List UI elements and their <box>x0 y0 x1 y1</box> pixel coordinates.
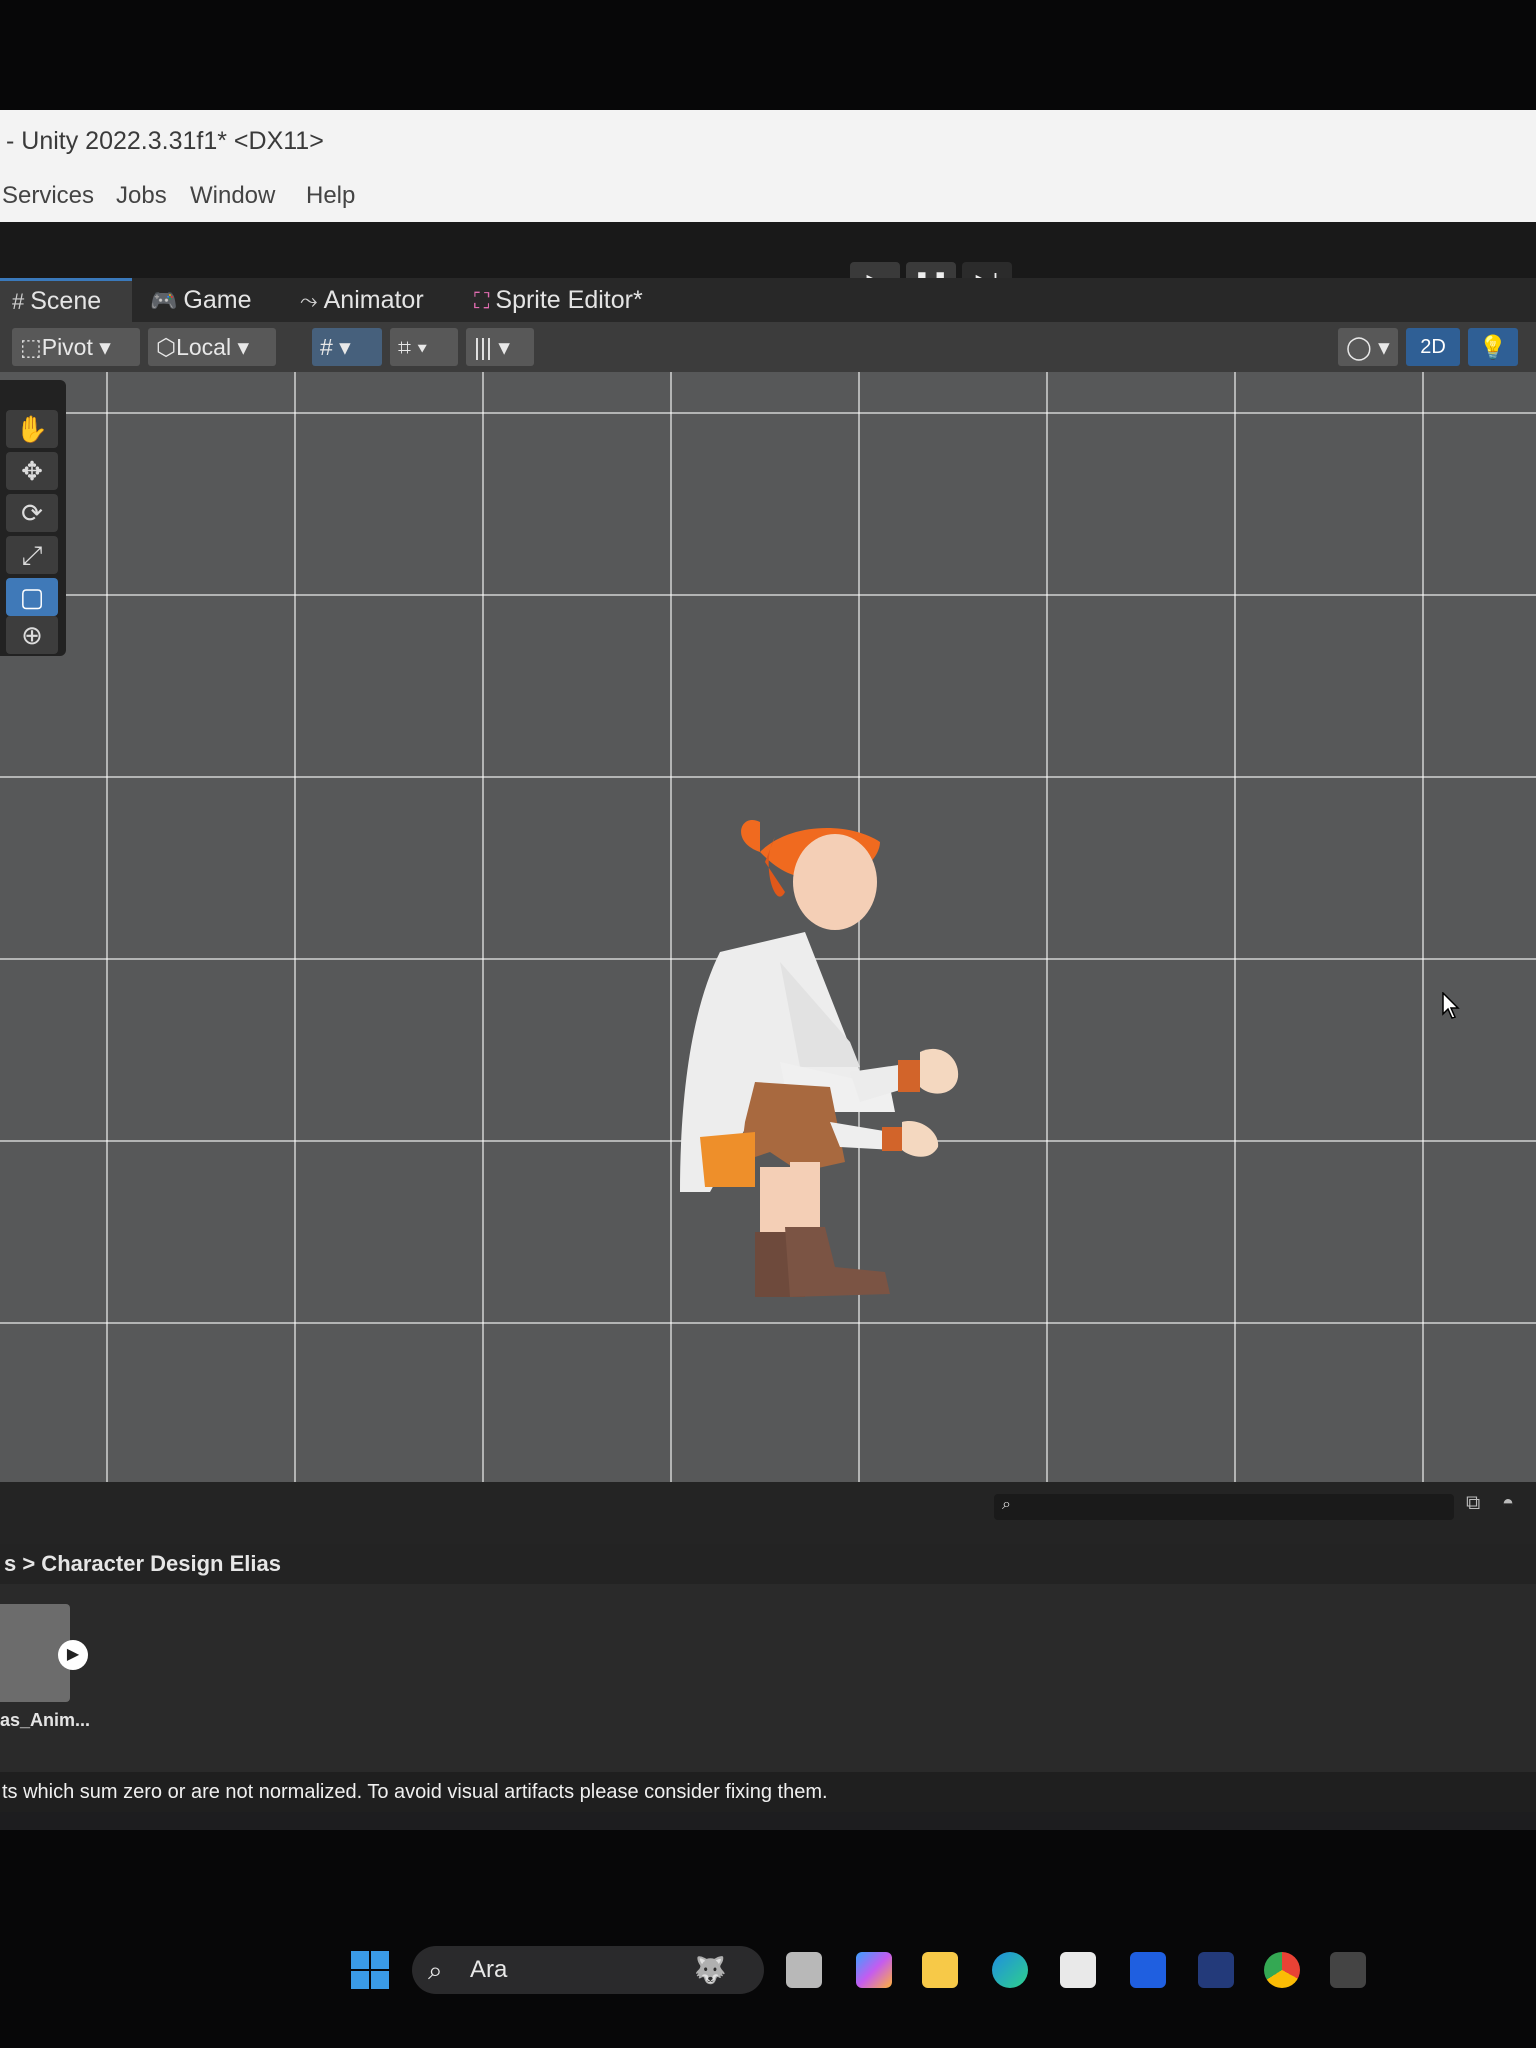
move-icon: ✥ <box>21 456 43 486</box>
animator-icon: ⤳ <box>300 288 318 313</box>
tab-animator-label: Animator <box>323 286 424 314</box>
shading-icon: ◯ <box>1346 334 1372 360</box>
editor-tabs: # Scene 🎮 Game ⤳ Animator ⛶ Sprite Editor* <box>0 278 1536 322</box>
hand-icon: ✋ <box>15 414 49 444</box>
transform-tool[interactable]: ⊕ <box>6 616 58 654</box>
chevron-down-icon: ▾ <box>332 334 351 360</box>
cube-icon: ⬡ <box>156 334 177 360</box>
panel-search-bar: ⌕ ⧉ ◓ <box>0 1482 1536 1544</box>
increment-snap-toggle[interactable]: ⌗ ▾ <box>390 328 458 366</box>
ruler-icon: ||| <box>474 334 492 360</box>
monitor-screen: - Unity 2022.3.31f1* <DX11> Services Job… <box>0 110 1536 1994</box>
search-icon: ⌕ <box>428 1955 443 1985</box>
copilot-icon[interactable] <box>856 1952 892 1988</box>
menu-jobs[interactable]: Jobs <box>116 182 167 210</box>
menu-help[interactable]: Help <box>306 182 355 210</box>
sprite-editor-icon: ⛶ <box>474 288 490 313</box>
search-icon: ⌕ <box>1002 1496 1011 1513</box>
hand-tool[interactable]: ✋ <box>6 410 58 448</box>
windows-start-icon[interactable] <box>350 1950 390 1990</box>
grid-icon: # <box>12 289 25 314</box>
scale-icon: ⤢ <box>21 540 43 570</box>
unity-hub-icon[interactable] <box>1330 1952 1366 1988</box>
main-toolbar <box>0 222 1536 278</box>
dropbox-icon[interactable] <box>1130 1952 1166 1988</box>
mouse-cursor-icon <box>1442 992 1460 1019</box>
tab-game-label: Game <box>183 286 252 314</box>
tab-game[interactable]: 🎮 Game <box>138 278 264 322</box>
menu-services[interactable]: Services <box>2 182 94 210</box>
menu-window[interactable]: Window <box>190 182 275 210</box>
move-tool[interactable]: ✥ <box>6 452 58 490</box>
project-panel: s > Character Design Elias ▶ as_Anim... <box>0 1544 1536 1772</box>
rect-icon: ▢ <box>19 582 45 612</box>
tool-panel: ✋ ✥ ⟳ ⤢ ▢ ⊕ <box>0 380 66 656</box>
tab-animator[interactable]: ⤳ Animator <box>288 278 436 322</box>
chevron-down-icon: ▾ <box>92 334 111 360</box>
draw-mode-dropdown[interactable]: ◯ ▾ <box>1338 328 1398 366</box>
asset-name: as_Anim... <box>0 1710 91 1730</box>
2d-mode-toggle[interactable]: 2D <box>1406 328 1460 366</box>
taskbar-search-text: Ara <box>470 1956 508 1983</box>
wolf-widget-icon: 🐺 <box>694 1955 727 1985</box>
local-dropdown[interactable]: ⬡Local ▾ <box>148 328 276 366</box>
rect-tool[interactable]: ▢ <box>6 578 58 616</box>
local-label: Local <box>176 334 232 360</box>
visibility-icon[interactable]: ◓ <box>1502 1492 1514 1515</box>
filter-icon[interactable]: ⧉ <box>1466 1492 1480 1515</box>
chevron-down-icon: ▾ <box>1371 334 1390 360</box>
console-status-message[interactable]: ts which sum zero or are not normalized.… <box>0 1772 1536 1812</box>
lighting-toggle[interactable]: 💡 <box>1468 328 1518 366</box>
project-search-input[interactable]: ⌕ <box>994 1494 1454 1520</box>
ruler-toggle[interactable]: ||| ▾ <box>466 328 534 366</box>
tab-scene-label: Scene <box>30 287 102 315</box>
window-title: - Unity 2022.3.31f1* <DX11> <box>0 110 1536 172</box>
chevron-down-icon: ▾ <box>491 334 510 360</box>
grid-snap-icon: # <box>320 334 333 360</box>
edge-icon[interactable] <box>992 1952 1028 1988</box>
scene-viewport[interactable]: ✋ ✥ ⟳ ⤢ ▢ ⊕ <box>0 372 1536 1482</box>
file-explorer-icon[interactable] <box>922 1952 958 1988</box>
pivot-dropdown[interactable]: ⬚Pivot ▾ <box>12 328 140 366</box>
scale-tool[interactable]: ⤢ <box>6 536 58 574</box>
gamepad-icon: 🎮 <box>150 288 178 313</box>
rotate-icon: ⟳ <box>21 498 43 528</box>
tab-sprite-editor-label: Sprite Editor* <box>495 286 643 314</box>
scene-toolbar: ⬚Pivot ▾ ⬡Local ▾ # ▾ ⌗ ▾ ||| ▾ ◯ ▾ 2D 💡 <box>0 322 1536 372</box>
menu-bar: Services Jobs Window Help <box>0 172 1536 222</box>
windows-taskbar: ⌕ Ara 🐺 <box>0 1940 1536 2000</box>
grid-snap-toggle[interactable]: # ▾ <box>312 328 382 366</box>
chevron-down-icon: ▾ <box>410 334 428 360</box>
play-preview-icon[interactable]: ▶ <box>58 1640 88 1670</box>
pivot-icon: ⬚ <box>20 334 42 360</box>
rotate-tool[interactable]: ⟳ <box>6 494 58 532</box>
chevron-down-icon: ▾ <box>231 334 250 360</box>
pivot-label: Pivot <box>41 334 93 360</box>
bulb-icon: 💡 <box>1478 334 1508 360</box>
taskbar-search-input[interactable]: ⌕ Ara 🐺 <box>412 1946 764 1994</box>
tab-scene[interactable]: # Scene <box>0 278 132 322</box>
character-sprite[interactable] <box>560 802 980 1362</box>
task-view-icon[interactable] <box>786 1952 822 1988</box>
breadcrumb[interactable]: s > Character Design Elias <box>0 1544 1536 1584</box>
chrome-icon[interactable] <box>1264 1952 1300 1988</box>
tab-sprite-editor[interactable]: ⛶ Sprite Editor* <box>462 278 655 322</box>
store-icon[interactable] <box>1060 1952 1096 1988</box>
magnet-grid-icon: ⌗ <box>398 334 411 360</box>
transform-icon: ⊕ <box>21 620 43 650</box>
app-icon[interactable] <box>1198 1952 1234 1988</box>
